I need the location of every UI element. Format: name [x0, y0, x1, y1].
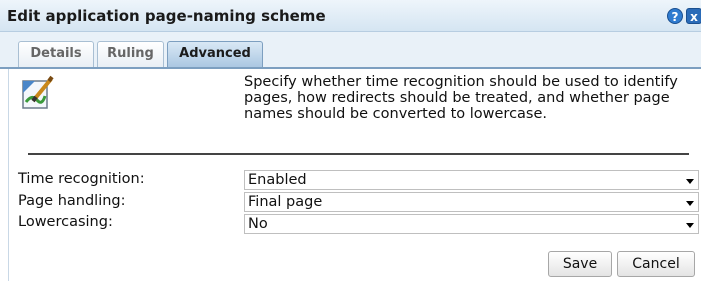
time-recognition-label: Time recognition:: [18, 171, 145, 187]
tab-strip: Details Ruling Advanced: [0, 32, 701, 68]
save-button[interactable]: Save: [548, 251, 612, 277]
dialog-title: Edit application page-naming scheme: [7, 7, 326, 25]
separator-line: [28, 153, 689, 155]
chevron-down-icon[interactable]: [686, 223, 694, 228]
description-text: Specify whether time recognition should …: [244, 74, 678, 122]
chevron-down-icon[interactable]: [686, 179, 694, 184]
help-icon[interactable]: ?: [667, 8, 683, 24]
time-recognition-value: Enabled: [248, 172, 307, 188]
tab-details[interactable]: Details: [18, 41, 94, 68]
page-handling-label: Page handling:: [18, 193, 126, 209]
lowercasing-value: No: [248, 216, 268, 232]
time-recognition-select[interactable]: Enabled: [244, 170, 699, 190]
page-handling-value: Final page: [248, 194, 323, 210]
tab-advanced[interactable]: Advanced: [167, 41, 263, 68]
tab-ruling[interactable]: Ruling: [97, 41, 164, 68]
cancel-button[interactable]: Cancel: [617, 251, 695, 277]
page-naming-dialog: Edit application page-naming scheme ? x …: [0, 0, 701, 281]
dialog-titlebar: Edit application page-naming scheme ? x: [0, 0, 701, 32]
lowercasing-label: Lowercasing:: [18, 214, 113, 230]
close-icon[interactable]: x: [686, 8, 701, 24]
edit-document-icon: [22, 75, 54, 109]
page-handling-select[interactable]: Final page: [244, 192, 699, 212]
chevron-down-icon[interactable]: [686, 201, 694, 206]
lowercasing-select[interactable]: No: [244, 214, 699, 234]
